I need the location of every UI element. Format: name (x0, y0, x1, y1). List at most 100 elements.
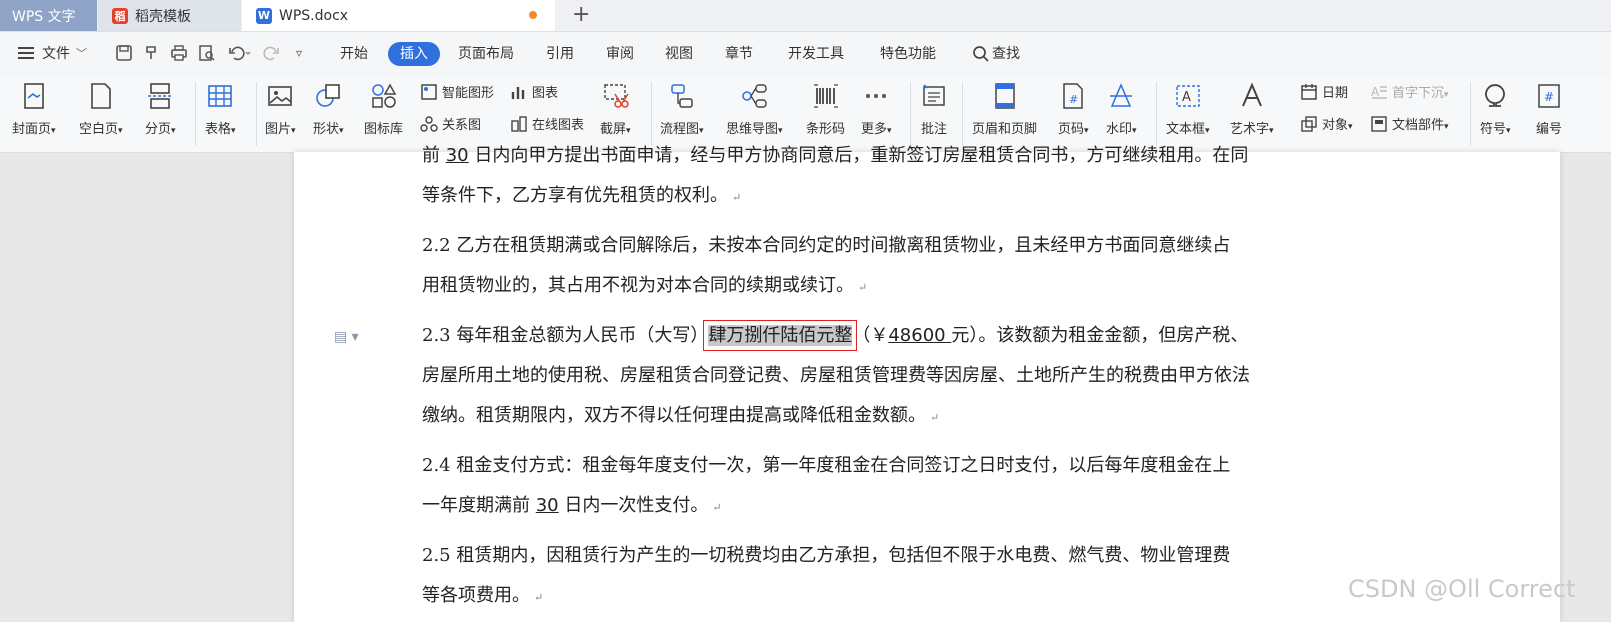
new-tab-plus-icon[interactable]: + (572, 3, 590, 27)
barcode-button[interactable]: 条形码 (806, 80, 845, 137)
redo-icon[interactable] (262, 44, 280, 66)
menu-features[interactable]: 特色功能 (880, 42, 936, 66)
online-chart-label: 在线图表 (532, 118, 585, 133)
print-icon[interactable] (170, 44, 188, 66)
writer-doc-icon: W (256, 7, 272, 24)
numbering-icon: # (1534, 80, 1564, 112)
mindmap-button[interactable]: 思维导图▾ (726, 80, 783, 137)
barcode-icon (811, 80, 841, 112)
tab-wps-writer[interactable]: WPS 文字 (0, 0, 97, 31)
menu-references[interactable]: 引用 (546, 42, 574, 66)
table-button[interactable]: 表格▾ (205, 80, 236, 137)
paragraph-2-2[interactable]: 2.2 乙方在租赁期满或合同解除后，未按本合同约定的时间撤离租赁物业，且未经甲方… (422, 226, 1390, 308)
header-footer-label: 页眉和页脚 (972, 122, 1038, 137)
chart-button[interactable]: 图表 (510, 82, 558, 101)
mindmap-icon (739, 80, 769, 112)
dropcap-label: 首字下沉▾ (1392, 86, 1449, 101)
search-label: 查找 (992, 46, 1020, 62)
undo-icon[interactable] (228, 44, 252, 66)
shape-label: 形状▾ (313, 122, 344, 137)
wordart-button[interactable]: 艺术字▾ (1230, 80, 1274, 137)
screenshot-button[interactable]: 截屏▾ (600, 80, 631, 137)
tab-template[interactable]: 稻 稻壳模板 (98, 0, 241, 31)
watermark-button[interactable]: 水印▾ (1106, 80, 1137, 137)
paragraph-2-5[interactable]: 2.5 租赁期内，因租赁行为产生的一切税费均由乙方承担，包括但不限于水电费、燃气… (422, 536, 1390, 618)
icon-library-label: 图标库 (364, 122, 404, 137)
docer-logo-icon: 稻 (112, 7, 128, 24)
online-chart-button[interactable]: 在线图表 (510, 114, 584, 133)
picture-icon (265, 80, 295, 112)
picture-label: 图片▾ (265, 122, 296, 137)
numbering-label: 编号 (1535, 122, 1562, 137)
print-preview-icon[interactable] (198, 44, 216, 66)
menu-view[interactable]: 视图 (665, 42, 693, 66)
wordart-icon (1237, 80, 1267, 112)
date-button[interactable]: 日期 (1300, 82, 1348, 101)
flowchart-button[interactable]: 流程图▾ (660, 80, 704, 137)
online-chart-icon (511, 115, 527, 132)
unsaved-dot-icon (529, 11, 537, 19)
scissors-icon (600, 80, 630, 112)
more-dots-icon (861, 80, 891, 112)
comment-label: 批注 (920, 122, 947, 137)
smart-shape-label: 智能图形 (442, 86, 495, 101)
svg-text:#: # (1069, 93, 1078, 106)
document-body[interactable]: 前 30 日内向甲方提出书面申请，经与甲方协商同意后，重新签订房屋租赁合同书，方… (422, 136, 1390, 618)
symbol-button[interactable]: 符号▾ (1480, 80, 1511, 137)
save-icon[interactable] (115, 44, 133, 66)
title-bar: WPS 文字 稻 稻壳模板 W WPS.docx + (0, 0, 1611, 32)
menu-chapter[interactable]: 章节 (725, 42, 753, 66)
menu-home[interactable]: 开始 (340, 42, 368, 66)
dropcap-button[interactable]: A 首字下沉▾ (1370, 82, 1449, 102)
more-button[interactable]: 更多▾ (861, 80, 892, 137)
date-label: 日期 (1322, 86, 1349, 101)
page-number-button[interactable]: # 页码▾ (1058, 80, 1089, 137)
relation-diagram-button[interactable]: 关系图 (420, 114, 481, 133)
flowchart-label: 流程图▾ (660, 122, 704, 137)
watermark-icon (1106, 80, 1136, 112)
menu-developer[interactable]: 开发工具 (788, 42, 844, 66)
paragraph-layout-icon[interactable]: ▤ ▾ (334, 329, 359, 345)
page-number-icon: # (1058, 80, 1088, 112)
ribbon-separator (1470, 82, 1471, 146)
tab-template-label: 稻壳模板 (135, 8, 191, 25)
object-button[interactable]: 对象▾ (1300, 114, 1353, 133)
document-page[interactable]: 前 30 日内向甲方提出书面申请，经与甲方协商同意后，重新签订房屋租赁合同书，方… (294, 145, 1560, 622)
page-break-button[interactable]: 分页▾ (145, 80, 176, 137)
shape-button[interactable]: 形状▾ (313, 80, 344, 137)
menu-insert[interactable]: 插入 (388, 42, 440, 66)
paragraph-2-4[interactable]: 2.4 租金支付方式：租金每年度支付一次，第一年度租金在合同签订之日时支付，以后… (422, 446, 1390, 528)
tab-document[interactable]: W WPS.docx (242, 0, 555, 31)
picture-button[interactable]: 图片▾ (265, 80, 296, 137)
table-label: 表格▾ (205, 122, 236, 137)
smart-shape-icon (421, 83, 437, 100)
mindmap-label: 思维导图▾ (726, 122, 783, 137)
blank-page-button[interactable]: 空白页▾ (79, 80, 123, 137)
numbering-button[interactable]: # 编号 (1534, 80, 1564, 137)
menu-review[interactable]: 审阅 (606, 42, 634, 66)
file-menu[interactable]: 文件 ﹀ (18, 43, 87, 63)
barcode-label: 条形码 (806, 122, 846, 137)
wordart-label: 艺术字▾ (1230, 122, 1274, 137)
customize-toolbar-icon[interactable]: ▿ (296, 46, 302, 60)
smart-shape-button[interactable]: 智能图形 (420, 82, 494, 101)
chevron-down-icon: ﹀ (76, 47, 87, 60)
cover-page-button[interactable]: 封面页▾ (12, 80, 56, 137)
header-footer-button[interactable]: 页眉和页脚 (972, 80, 1037, 137)
paragraph-2-1-tail[interactable]: 前 30 日内向甲方提出书面申请，经与甲方协商同意后，重新签订房屋租赁合同书，方… (422, 136, 1390, 218)
cover-page-label: 封面页▾ (12, 122, 56, 137)
comment-icon (919, 80, 949, 112)
format-painter-icon[interactable] (143, 44, 161, 66)
icon-library-button[interactable]: 图标库 (364, 80, 403, 137)
doc-parts-button[interactable]: 文档部件▾ (1370, 114, 1449, 133)
paragraph-2-3[interactable]: 2.3 每年租金总额为人民币（大写）肆万捌仟陆佰元整（￥48600 元）。该数额… (422, 316, 1390, 438)
flowchart-icon (667, 80, 697, 112)
search-menu[interactable]: 查找 (972, 42, 1020, 66)
relation-diagram-label: 关系图 (442, 118, 482, 133)
doc-parts-label: 文档部件▾ (1392, 118, 1449, 133)
comment-button[interactable]: 批注 (919, 80, 949, 137)
dropcap-icon: A (1371, 85, 1387, 99)
menu-page-layout[interactable]: 页面布局 (458, 42, 514, 66)
textbox-button[interactable]: A 文本框▾ (1166, 80, 1210, 137)
selected-amount-text[interactable]: 肆万捌仟陆佰元整 (703, 320, 858, 351)
